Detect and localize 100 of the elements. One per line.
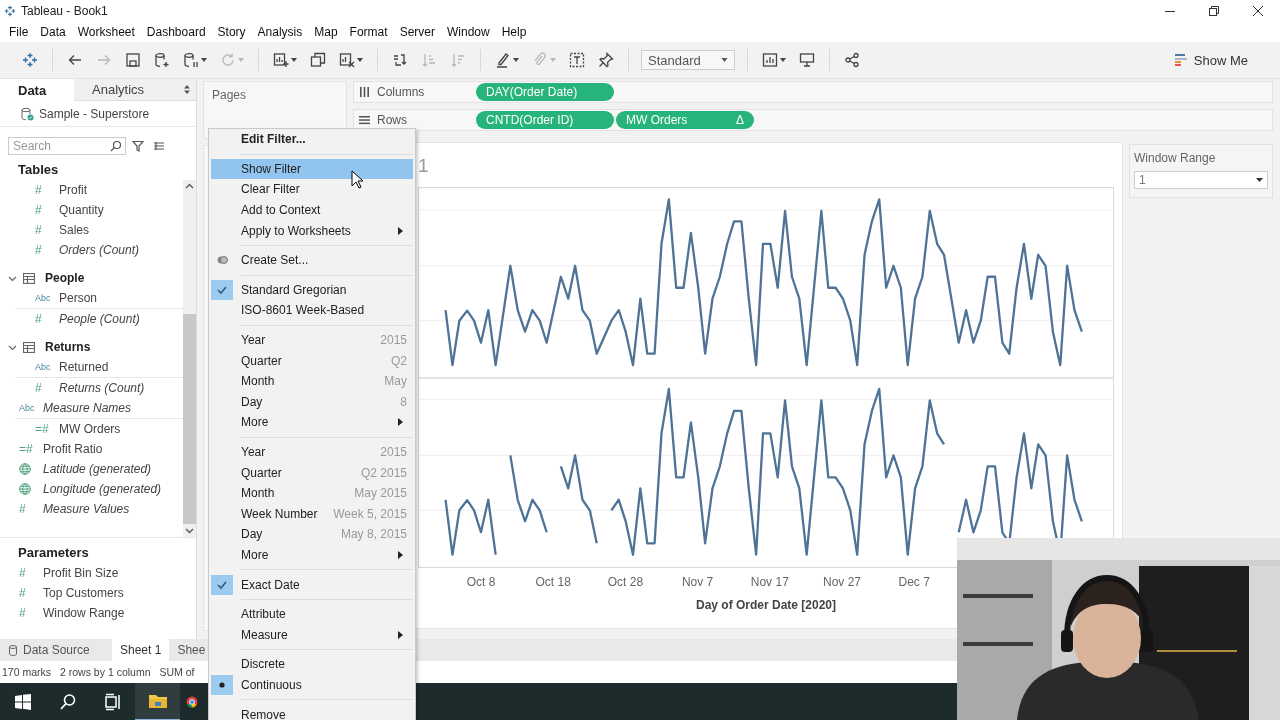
menu-item[interactable]: Discrete xyxy=(211,654,413,675)
parameter-dropdown[interactable]: 1 xyxy=(1134,171,1268,189)
sheet-tab[interactable]: Shee xyxy=(169,639,214,661)
caret-icon xyxy=(1256,178,1263,182)
chart-plus-icon xyxy=(273,52,289,68)
parameter-name[interactable]: Window Range xyxy=(43,606,125,620)
status-text: SUM of xyxy=(159,666,195,678)
window-title: Tableau - Book1 xyxy=(21,4,108,18)
axis-tick-label: Oct 28 xyxy=(607,575,644,589)
field-type-label: # xyxy=(35,203,43,217)
field-name[interactable]: Person xyxy=(59,291,98,305)
field-name[interactable]: Longitude (generated) xyxy=(43,482,162,496)
menu-bar-item[interactable]: File xyxy=(3,25,35,39)
menu-item[interactable]: More xyxy=(211,544,413,566)
menu-bar-item[interactable]: Server xyxy=(393,25,441,39)
sort-ascending-icon xyxy=(421,52,437,68)
restore-icon[interactable] xyxy=(1208,5,1220,17)
sort-descending-icon xyxy=(450,52,466,68)
menu-item[interactable]: Year 2015 xyxy=(211,329,413,351)
globe-icon xyxy=(19,463,31,475)
menu-item[interactable]: Edit Filter... xyxy=(211,129,413,150)
axis-tick-label: Nov 17 xyxy=(750,575,789,589)
swap-icon xyxy=(392,52,408,68)
menu-item[interactable]: ISO-8601 Week-Based xyxy=(211,300,413,321)
pane-tab[interactable]: Analytics xyxy=(74,79,196,101)
field-name[interactable]: Profit xyxy=(59,183,87,197)
menu-item[interactable]: Quarter Q2 xyxy=(211,350,413,371)
menu-item[interactable]: Standard Gregorian xyxy=(211,279,413,301)
menu-item[interactable]: Day 8 xyxy=(211,391,413,413)
menu-bar-item[interactable]: Help xyxy=(495,25,533,39)
menu-item[interactable]: Clear Filter xyxy=(211,179,413,200)
menu-item[interactable]: Add to Context xyxy=(211,199,413,221)
menu-bar-item[interactable]: Window xyxy=(440,25,496,39)
table-name[interactable]: People xyxy=(45,271,85,285)
field-name[interactable]: Measure Values xyxy=(43,502,130,516)
scroll-down-icon[interactable] xyxy=(185,528,194,534)
logo-icon xyxy=(22,52,38,68)
menu-item[interactable]: Apply to Worksheets xyxy=(211,220,413,241)
search-field[interactable]: Search xyxy=(8,137,126,155)
caret-icon xyxy=(291,58,297,62)
menu-item[interactable]: Day May 8, 2015 xyxy=(211,524,413,545)
shelf-label: Columns xyxy=(377,85,425,99)
file-explorer-button[interactable] xyxy=(135,683,180,720)
status-text: 2 rows by 1 column xyxy=(60,666,151,678)
menu-item[interactable]: Quarter Q2 2015 xyxy=(211,462,413,483)
table-name[interactable]: Returns xyxy=(45,340,91,354)
refresh-icon xyxy=(220,52,236,68)
field-name[interactable]: Measure Names xyxy=(43,401,132,415)
menu-bar-item[interactable]: Analysis xyxy=(251,25,309,39)
close-icon[interactable] xyxy=(1252,5,1264,17)
caret-icon xyxy=(721,58,728,62)
menu-item[interactable]: Create Set... xyxy=(211,249,413,271)
save-icon xyxy=(125,52,141,68)
field-name[interactable]: Latitude (generated) xyxy=(43,462,152,476)
menu-bar-item[interactable]: Data xyxy=(34,25,72,39)
fit-dropdown[interactable]: Standard xyxy=(641,50,735,70)
data-source-name[interactable]: Sample - Superstore xyxy=(39,106,150,121)
menu-item[interactable]: Exact Date xyxy=(211,574,413,595)
field-type-label: # xyxy=(35,183,43,197)
field-name[interactable]: Sales xyxy=(59,223,90,237)
parameter-name[interactable]: Profit Bin Size xyxy=(43,566,119,580)
field-name[interactable]: MW Orders xyxy=(59,422,121,436)
menu-bar-item[interactable]: Format xyxy=(343,25,394,39)
menu-item[interactable]: Remove xyxy=(211,704,413,720)
scrollbar-thumb[interactable] xyxy=(183,313,196,524)
scroll-up-icon[interactable] xyxy=(185,183,194,189)
sheet-tab[interactable]: Data Source xyxy=(0,639,112,661)
menu-item[interactable]: Month May 2015 xyxy=(211,482,413,504)
menu-item[interactable]: Attribute xyxy=(211,603,413,625)
menu-bar-item[interactable]: Map xyxy=(308,25,344,39)
parameter-name[interactable]: Top Customers xyxy=(43,586,124,600)
submenu-arrow-icon xyxy=(398,630,403,639)
menu-item[interactable]: More xyxy=(211,412,413,433)
caret-icon xyxy=(238,58,244,62)
menu-item[interactable]: Month May xyxy=(211,370,413,392)
paperclip-icon xyxy=(532,52,548,68)
field-type-label: # xyxy=(35,223,43,237)
menu-item[interactable]: Week Number Week 5, 2015 xyxy=(211,503,413,525)
caret-icon xyxy=(780,58,786,62)
menu-bar-item[interactable]: Story xyxy=(211,25,252,39)
field-type-label: # xyxy=(19,606,27,620)
field-name[interactable]: Returns (Count) xyxy=(59,381,145,395)
pin-icon xyxy=(598,52,614,68)
field-name[interactable]: Quantity xyxy=(59,203,104,217)
menu-bar-item[interactable]: Dashboard xyxy=(140,25,212,39)
field-name[interactable]: Orders (Count) xyxy=(59,243,140,257)
field-name[interactable]: People (Count) xyxy=(59,312,140,326)
field-name[interactable]: Returned xyxy=(59,360,109,374)
sheet-tab[interactable]: Sheet 1 xyxy=(112,639,170,661)
menu-item[interactable]: Measure xyxy=(211,624,413,646)
show-me-button[interactable]: Show Me xyxy=(1167,51,1254,69)
filter-icon[interactable] xyxy=(132,140,144,152)
set-icon xyxy=(216,254,228,267)
menu-bar-item[interactable]: Worksheet xyxy=(71,25,141,39)
menu-item[interactable]: Show Filter xyxy=(211,158,413,180)
axis-title: Day of Order Date [2020] xyxy=(695,598,837,612)
back-arrow-icon xyxy=(67,52,83,68)
field-name[interactable]: Profit Ratio xyxy=(43,442,103,456)
menu-item[interactable]: Year 2015 xyxy=(211,441,413,463)
menu-item[interactable]: Continuous xyxy=(211,674,413,696)
